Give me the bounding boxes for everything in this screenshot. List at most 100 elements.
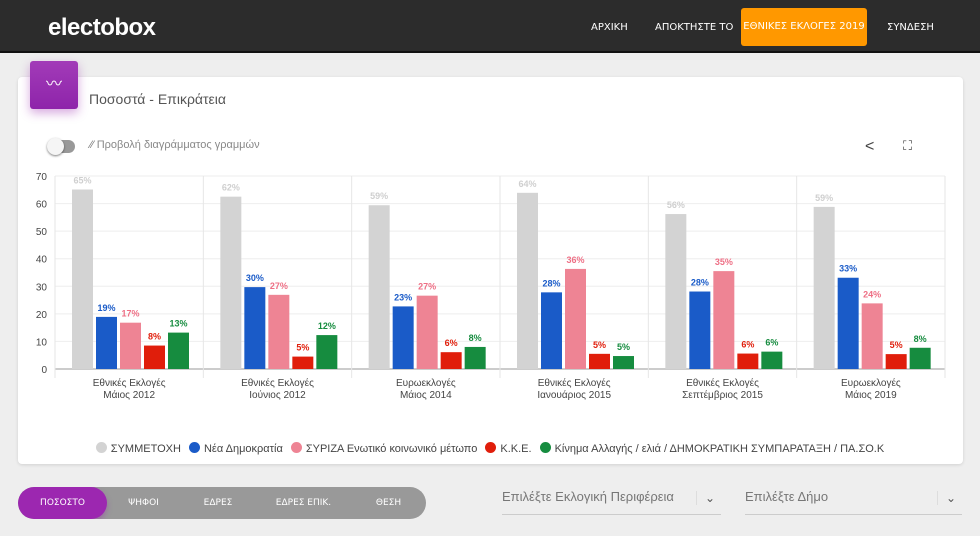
x-tick-label: Ευρωεκλογές (841, 377, 901, 389)
legend-label: ΣΥΡΙΖΑ Ενωτικό κοινωνικό μέτωπο (305, 443, 478, 455)
tab-regional-seats[interactable]: ΕΔΡΕΣ ΕΠΙΚ. (256, 487, 351, 519)
metric-tabs: ΠΟΣΟΣΤΟ ΨΗΦΟΙ ΕΔΡΕΣ ΕΔΡΕΣ ΕΠΙΚ. ΘΕΣΗ (18, 487, 426, 519)
municipality-select[interactable]: Επιλέξτε Δήμο ⌄ (745, 489, 962, 515)
data-label: 35% (715, 257, 733, 267)
data-label: 64% (518, 179, 536, 189)
bar (885, 354, 907, 369)
x-tick-label: Μάιος 2019 (845, 389, 897, 401)
data-label: 59% (370, 191, 388, 201)
data-label: 5% (617, 342, 630, 352)
x-tick-label: Εθνικές Εκλογές (93, 377, 166, 389)
data-label: 6% (741, 340, 754, 350)
y-tick-label: 20 (36, 310, 48, 321)
bar (713, 271, 735, 369)
x-tick-label: Μάιος 2014 (400, 389, 452, 401)
y-tick-label: 50 (36, 227, 48, 238)
legend-item[interactable]: ΣΥΡΙΖΑ Ενωτικό κοινωνικό μέτωπο (290, 442, 478, 455)
data-label: 17% (121, 309, 139, 319)
data-label: 13% (169, 319, 187, 329)
bar (737, 353, 759, 369)
x-tick-label: Εθνικές Εκλογές (538, 377, 611, 389)
bar (244, 287, 266, 369)
data-label: 62% (222, 183, 240, 193)
data-label: 6% (445, 338, 458, 348)
data-label: 23% (394, 292, 412, 302)
bar (689, 291, 711, 369)
bar (837, 277, 859, 369)
bar (464, 346, 486, 369)
data-label: 33% (839, 264, 857, 274)
chart-legend: ΣΥΜΜΕΤΟΧΗ Νέα Δημοκρατία ΣΥΡΙΖΑ Ενωτικό κο… (0, 442, 980, 455)
bar (220, 196, 242, 369)
data-label: 65% (73, 176, 91, 186)
data-label: 27% (270, 281, 288, 291)
legend-item[interactable]: Νέα Δημοκρατία (188, 442, 283, 455)
legend-dot-icon (188, 442, 200, 453)
data-label: 6% (765, 338, 778, 348)
region-select[interactable]: Επιλέξτε Εκλογική Περιφέρεια ⌄ (502, 489, 721, 515)
legend-label: Κ.Κ.Ε. (500, 443, 532, 455)
y-tick-label: 10 (36, 337, 48, 348)
municipality-placeholder: Επιλέξτε Δήμο (745, 489, 829, 504)
x-tick-label: Ευρωεκλογές (396, 377, 456, 389)
legend-item[interactable]: ΣΥΜΜΕΤΟΧΗ (95, 442, 181, 455)
bar (316, 335, 338, 369)
region-placeholder: Επιλέξτε Εκλογική Περιφέρεια (502, 489, 674, 504)
x-tick-label: Εθνικές Εκλογές (686, 377, 759, 389)
bar (96, 316, 117, 369)
data-label: 56% (667, 200, 685, 210)
data-label: 19% (97, 303, 115, 313)
legend-dot-icon (485, 442, 497, 453)
y-tick-label: 30 (36, 282, 48, 293)
bar (72, 189, 93, 369)
data-label: 8% (148, 332, 161, 342)
bar-chart: 010203040506070Εθνικές ΕκλογέςΜάιος 2012… (36, 172, 946, 401)
data-label: 27% (418, 282, 436, 292)
tab-percent[interactable]: ΠΟΣΟΣΤΟ (18, 487, 107, 519)
data-label: 12% (318, 321, 336, 331)
bar (168, 332, 189, 369)
legend-item[interactable]: Κίνημα Αλλαγής / ελιά / ΔΗΜΟΚΡΑΤΙΚΗ ΣΥΜΠ… (539, 442, 885, 455)
bar (665, 214, 687, 369)
bar (909, 347, 931, 369)
data-label: 24% (863, 289, 881, 299)
chevron-down-icon[interactable]: ⌄ (936, 491, 956, 505)
bar (368, 205, 390, 369)
legend-label: ΣΥΜΜΕΤΟΧΗ (110, 443, 181, 455)
data-label: 5% (593, 340, 606, 350)
bar (613, 356, 634, 369)
legend-label: Κίνημα Αλλαγής / ελιά / ΔΗΜΟΚΡΑΤΙΚΗ ΣΥΜΠ… (554, 443, 885, 455)
bar (861, 303, 883, 369)
bar (392, 306, 414, 369)
data-label: 5% (890, 340, 903, 350)
y-tick-label: 70 (36, 172, 48, 183)
bar (589, 353, 610, 369)
tab-votes[interactable]: ΨΗΦΟΙ (107, 487, 180, 519)
data-label: 8% (469, 333, 482, 343)
tab-seats[interactable]: ΕΔΡΕΣ (180, 487, 256, 519)
legend-item[interactable]: Κ.Κ.Ε. (485, 442, 532, 455)
bar (761, 351, 783, 369)
bar (292, 356, 314, 369)
data-label: 8% (914, 334, 927, 344)
x-tick-label: Μάιος 2012 (103, 389, 155, 401)
x-tick-label: Ιανουάριος 2015 (537, 389, 611, 401)
tab-position[interactable]: ΘΕΣΗ (351, 487, 426, 519)
x-tick-label: Εθνικές Εκλογές (241, 377, 314, 389)
bar (813, 206, 835, 369)
y-tick-label: 40 (36, 255, 48, 266)
bar (565, 268, 586, 369)
data-label: 28% (691, 278, 709, 288)
legend-dot-icon (290, 442, 302, 453)
data-label: 36% (566, 255, 584, 265)
bar (440, 352, 462, 369)
chevron-down-icon[interactable]: ⌄ (695, 491, 715, 505)
data-label: 59% (815, 193, 833, 203)
legend-dot-icon (95, 442, 107, 453)
x-tick-label: Ιούνιος 2012 (249, 389, 306, 401)
legend-dot-icon (539, 442, 551, 453)
bar (268, 294, 290, 369)
x-tick-label: Σεπτέμβριος 2015 (682, 389, 763, 401)
y-tick-label: 60 (36, 200, 48, 211)
y-tick-label: 0 (41, 365, 47, 376)
